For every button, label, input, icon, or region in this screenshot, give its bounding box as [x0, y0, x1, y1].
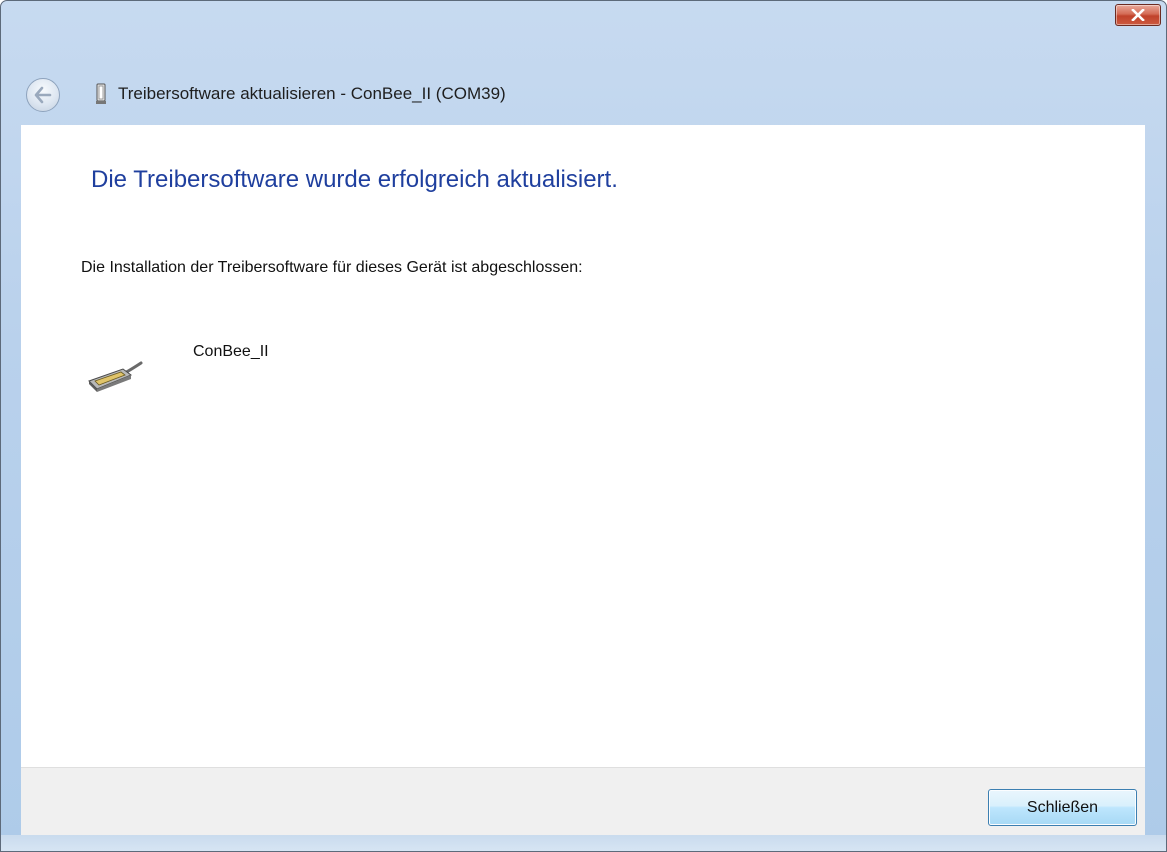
back-button[interactable]	[26, 78, 60, 112]
device-name: ConBee_II	[193, 343, 269, 360]
content-panel: Die Treibersoftware wurde erfolgreich ak…	[21, 125, 1145, 767]
serial-connector-icon	[88, 361, 143, 392]
install-message: Die Installation der Treibersoftware für…	[81, 259, 583, 276]
dialog-footer: Schließen	[21, 767, 1145, 835]
window-title: Treibersoftware aktualisieren - ConBee_I…	[118, 84, 506, 103]
back-arrow-icon	[34, 86, 52, 104]
window-close-button[interactable]	[1115, 4, 1161, 26]
dialog-window: Treibersoftware aktualisieren - ConBee_I…	[0, 0, 1167, 852]
page-headline: Die Treibersoftware wurde erfolgreich ak…	[91, 166, 618, 193]
title-row: Treibersoftware aktualisieren - ConBee_I…	[1, 71, 1166, 119]
close-button[interactable]: Schließen	[988, 789, 1137, 826]
usb-device-icon	[96, 83, 106, 104]
window-bottom-frame	[1, 835, 1166, 851]
close-x-icon	[1131, 9, 1145, 21]
